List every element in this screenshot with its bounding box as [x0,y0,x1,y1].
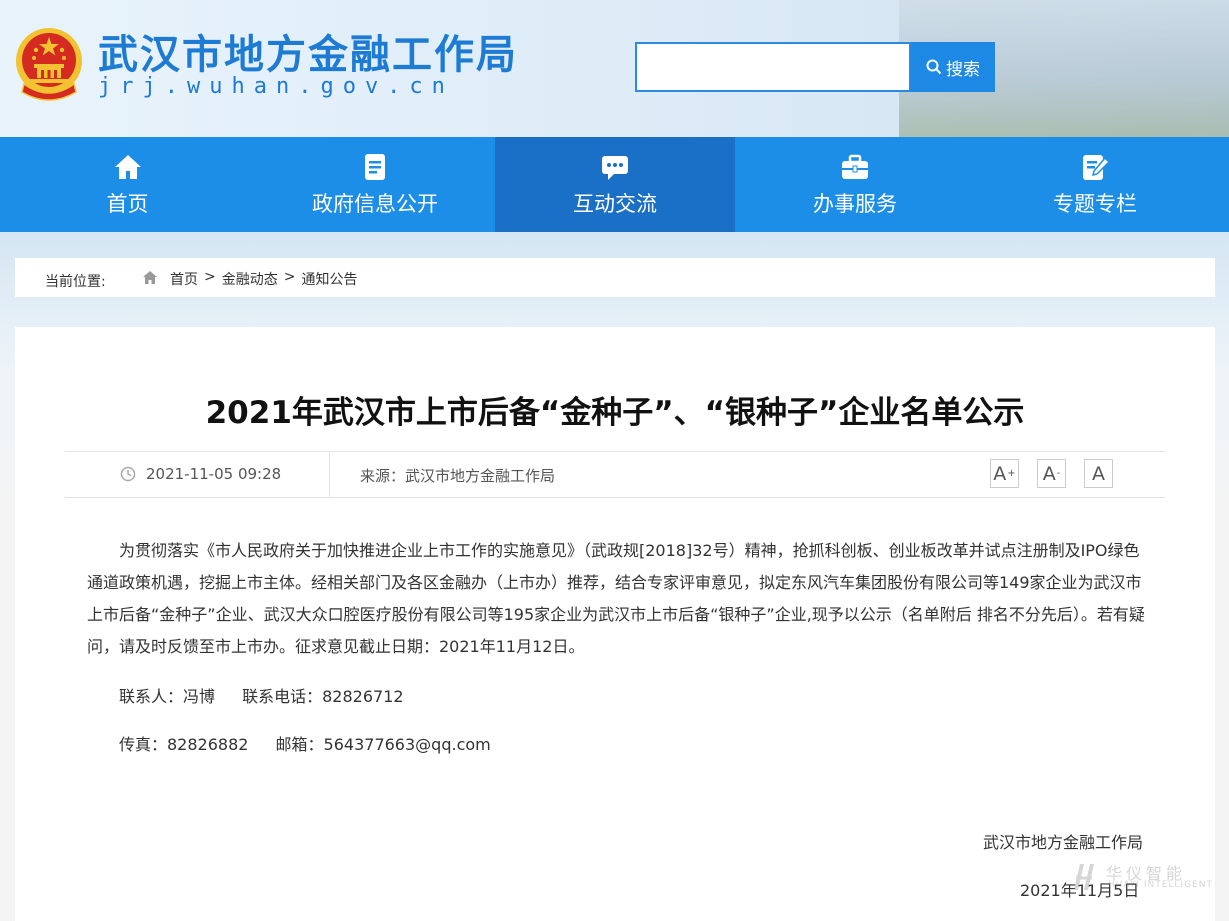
site-header: 武汉市地方金融工作局 jrj.wuhan.gov.cn 搜索 [0,0,1229,137]
article-panel: 2021年武汉市上市后备“金种子”、“银种子”企业名单公示 2021-11-05… [15,327,1215,921]
nav-item-label: 办事服务 [813,191,897,216]
breadcrumb-separator: > [204,269,216,285]
nav-item-label: 互动交流 [573,191,657,216]
contact-person: 联系人：冯博 [119,687,216,706]
breadcrumb-label: 当前位置: [45,274,106,290]
font-reset-label: A [1092,462,1105,485]
breadcrumb-link-notices[interactable]: 通知公告 [301,269,357,289]
main-nav: 首页 政府信息公开 互动交流 办事服务 专题专栏 [0,137,1229,232]
nav-item-interaction[interactable]: 互动交流 [495,137,735,232]
publish-date: 2021-11-05 09:28 [146,465,282,483]
chat-icon [602,155,628,180]
nav-item-label: 专题专栏 [1053,191,1137,216]
nav-item-label: 首页 [106,191,149,216]
font-decrease-label: A [1042,462,1056,485]
clock-icon [120,466,136,482]
meta-divider [329,452,330,497]
nav-item-label: 政府信息公开 [312,191,438,216]
article-meta: 2021-11-05 09:28 来源：武汉市地方金融工作局 A + A- A [65,451,1165,498]
document-icon [365,153,385,180]
breadcrumb-link-home[interactable]: 首页 [170,269,198,289]
edit-icon [1083,154,1110,180]
article-title: 2021年武汉市上市后备“金种子”、“银种子”企业名单公示 [205,395,1025,431]
font-increase-label: A [993,462,1007,485]
home-icon [114,154,141,179]
briefcase-icon [842,154,868,179]
plus-icon: + [1007,468,1016,479]
article-source: 来源：武汉市地方金融工作局 [360,467,556,485]
site-title: 武汉市地方金融工作局 [98,32,518,78]
search-box [635,42,911,92]
breadcrumb-path: 首页 > 金融动态 > 通知公告 [170,269,357,289]
nav-item-gov-info[interactable]: 政府信息公开 [255,137,495,232]
article-paragraph: 为贯彻落实《市人民政府关于加快推进企业上市工作的实施意见》（武政规[2018]3… [87,541,1145,656]
watermark-en: HUAYI INTELLIGENT [1108,880,1213,890]
font-reset-button[interactable]: A [1084,459,1113,488]
search-button-label: 搜索 [946,59,980,80]
contact-fax: 传真：82826882 [119,735,249,754]
watermark: 华仪智能 HUAYI INTELLIGENT [1068,858,1212,898]
search-icon [926,59,942,75]
contact-email: 邮箱：564377663@qq.com [275,735,491,754]
article-body: 为贯彻落实《市人民政府关于加快推进企业上市工作的实施意见》（武政规[2018]3… [87,535,1145,663]
signature-org: 武汉市地方金融工作局 [983,833,1144,852]
breadcrumb: 当前位置: 首页 > 金融动态 > 通知公告 [15,258,1215,297]
fax-email-line: 传真：82826882 邮箱：564377663@qq.com [119,731,491,755]
contact-line: 联系人：冯博 联系电话：82826712 [119,683,404,707]
font-decrease-button[interactable]: A- [1037,459,1066,488]
breadcrumb-link-finance-news[interactable]: 金融动态 [222,269,278,289]
search-input[interactable] [637,44,909,90]
home-icon [143,271,157,284]
nav-item-home[interactable]: 首页 [0,137,255,232]
search-button[interactable]: 搜索 [911,42,995,92]
nav-item-services[interactable]: 办事服务 [735,137,975,232]
contact-phone: 联系电话：82826712 [242,687,404,706]
minus-icon: - [1056,468,1061,479]
watermark-logo-icon [1074,864,1094,890]
font-increase-button[interactable]: A + [990,459,1019,488]
site-domain: jrj.wuhan.gov.cn [98,74,454,99]
nav-item-topics[interactable]: 专题专栏 [975,137,1215,232]
national-emblem-icon [16,28,82,101]
breadcrumb-separator: > [283,269,296,285]
